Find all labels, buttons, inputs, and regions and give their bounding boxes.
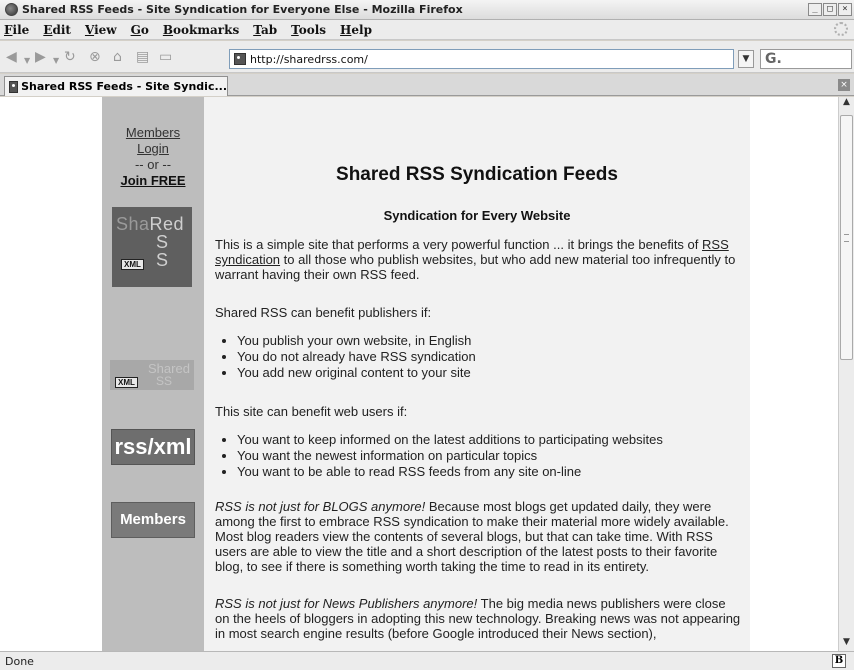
publishers-list: You publish your own website, in English… <box>215 333 741 381</box>
xml-badge: XML <box>121 259 144 270</box>
logo-text-red: Red <box>149 214 185 234</box>
back-icon[interactable]: ◀ <box>6 49 17 65</box>
status-text: Done <box>5 655 34 668</box>
menu-edit[interactable]: Edit <box>43 23 71 37</box>
menu-bar: File Edit View Go Bookmarks Tab Tools He… <box>0 20 854 40</box>
list-item: You publish your own website, in English <box>237 333 741 349</box>
blogs-paragraph: RSS is not just for BLOGS anymore! Becau… <box>215 499 741 574</box>
list-item: You want the newest information on parti… <box>237 448 741 464</box>
menu-view[interactable]: View <box>85 23 117 37</box>
rss-xml-button[interactable]: rss/xml <box>111 429 195 465</box>
intro-text-before: This is a simple site that performs a ve… <box>215 237 699 252</box>
news-italic-lead: RSS is not just for News Publishers anym… <box>215 596 478 611</box>
minimize-icon[interactable]: _ <box>808 3 822 16</box>
list-item: You want to keep informed on the latest … <box>237 432 741 448</box>
menu-tab[interactable]: Tab <box>253 23 277 37</box>
site-favicon-icon <box>234 53 246 65</box>
users-list: You want to keep informed on the latest … <box>215 432 741 480</box>
menu-tools[interactable]: Tools <box>291 23 326 37</box>
close-icon[interactable]: × <box>838 3 852 16</box>
page-subtitle: Syndication for Every Website <box>383 208 571 223</box>
tab-favicon-icon <box>9 80 19 93</box>
page-title: Shared RSS Syndication Feeds <box>336 164 618 185</box>
window-title: Shared RSS Feeds - Site Syndication for … <box>22 3 463 16</box>
home-icon[interactable]: ⌂ <box>113 49 122 65</box>
account-links: Members Login -- or -- Join FREE <box>102 125 204 189</box>
users-heading: This site can benefit web users if: <box>215 404 408 419</box>
url-dropdown-icon[interactable]: ▼ <box>738 50 754 68</box>
list-item: You add new original content to your sit… <box>237 365 741 381</box>
tab-label: Shared RSS Feeds - Site Syndic... <box>21 80 227 93</box>
close-tab-icon[interactable]: × <box>838 79 850 91</box>
list-item: You do not already have RSS syndication <box>237 349 741 365</box>
logo-text-s2: S <box>156 250 169 270</box>
tab-shared-rss[interactable]: Shared RSS Feeds - Site Syndic... <box>4 76 228 96</box>
news-paragraph: RSS is not just for News Publishers anym… <box>215 596 741 641</box>
throbber-icon <box>834 22 848 36</box>
print-icon[interactable]: ▤ <box>136 49 149 65</box>
page-sidebar: Members Login -- or -- Join FREE ShaRed … <box>102 97 204 651</box>
intro-paragraph: This is a simple site that performs a ve… <box>215 237 741 282</box>
shared-rss-logo[interactable]: ShaRed S S XML <box>112 207 192 287</box>
page-viewport: Members Login -- or -- Join FREE ShaRed … <box>0 97 838 651</box>
shared-rss-small-logo[interactable]: Shared SS XML <box>110 360 194 390</box>
maximize-icon[interactable]: □ <box>823 3 837 16</box>
main-content: Shared RSS Syndication Feeds Syndication… <box>204 97 750 651</box>
members-button[interactable]: Members <box>111 502 195 538</box>
intro-text-after: to all those who publish websites, but w… <box>215 252 736 282</box>
logo-text-s1: S <box>156 232 169 252</box>
window-titlebar: Shared RSS Feeds - Site Syndication for … <box>0 0 854 20</box>
firefox-icon <box>5 3 18 16</box>
navigation-toolbar: ◀ ▼ ▶ ▼ ↻ ⊗ ⌂ ▤ ▭ http://sharedrss.com/ … <box>0 41 854 73</box>
stop-icon[interactable]: ⊗ <box>89 49 101 65</box>
menu-bookmarks[interactable]: Bookmarks <box>163 23 239 37</box>
blogs-italic-lead: RSS is not just for BLOGS anymore! <box>215 499 426 514</box>
menu-file[interactable]: File <box>4 23 29 37</box>
list-item: You want to be able to read RSS feeds fr… <box>237 464 741 480</box>
tab-strip: Shared RSS Feeds - Site Syndic... × <box>0 74 854 96</box>
search-input[interactable]: G. <box>760 49 852 69</box>
small-xml-badge: XML <box>115 377 138 388</box>
scroll-thumb[interactable] <box>840 115 853 360</box>
status-badge[interactable]: B <box>832 654 846 668</box>
members-link[interactable]: Members <box>102 125 204 141</box>
url-text[interactable]: http://sharedrss.com/ <box>250 53 368 66</box>
small-logo-text-ss: SS <box>156 374 173 388</box>
forward-icon[interactable]: ▶ <box>35 49 46 65</box>
reload-icon[interactable]: ↻ <box>64 49 76 65</box>
logo-text-sha: Sha <box>116 214 150 234</box>
new-tab-icon[interactable]: ▭ <box>159 49 172 65</box>
back-dropdown-icon[interactable]: ▼ <box>24 53 30 69</box>
publishers-heading: Shared RSS can benefit publishers if: <box>215 305 432 320</box>
scroll-up-icon[interactable]: ▲ <box>839 97 854 111</box>
vertical-scrollbar[interactable]: ▲ ▼ <box>838 97 854 651</box>
or-separator: -- or -- <box>134 157 172 172</box>
scroll-down-icon[interactable]: ▼ <box>839 637 854 651</box>
url-bar[interactable]: http://sharedrss.com/ <box>229 49 734 69</box>
status-bar: Done B <box>0 651 854 670</box>
window-controls: _ □ × <box>808 3 852 16</box>
menu-help[interactable]: Help <box>340 23 372 37</box>
menu-go[interactable]: Go <box>131 23 149 37</box>
join-free-link[interactable]: Join FREE <box>102 173 204 189</box>
login-link[interactable]: Login <box>102 141 204 157</box>
forward-dropdown-icon[interactable]: ▼ <box>53 53 59 69</box>
